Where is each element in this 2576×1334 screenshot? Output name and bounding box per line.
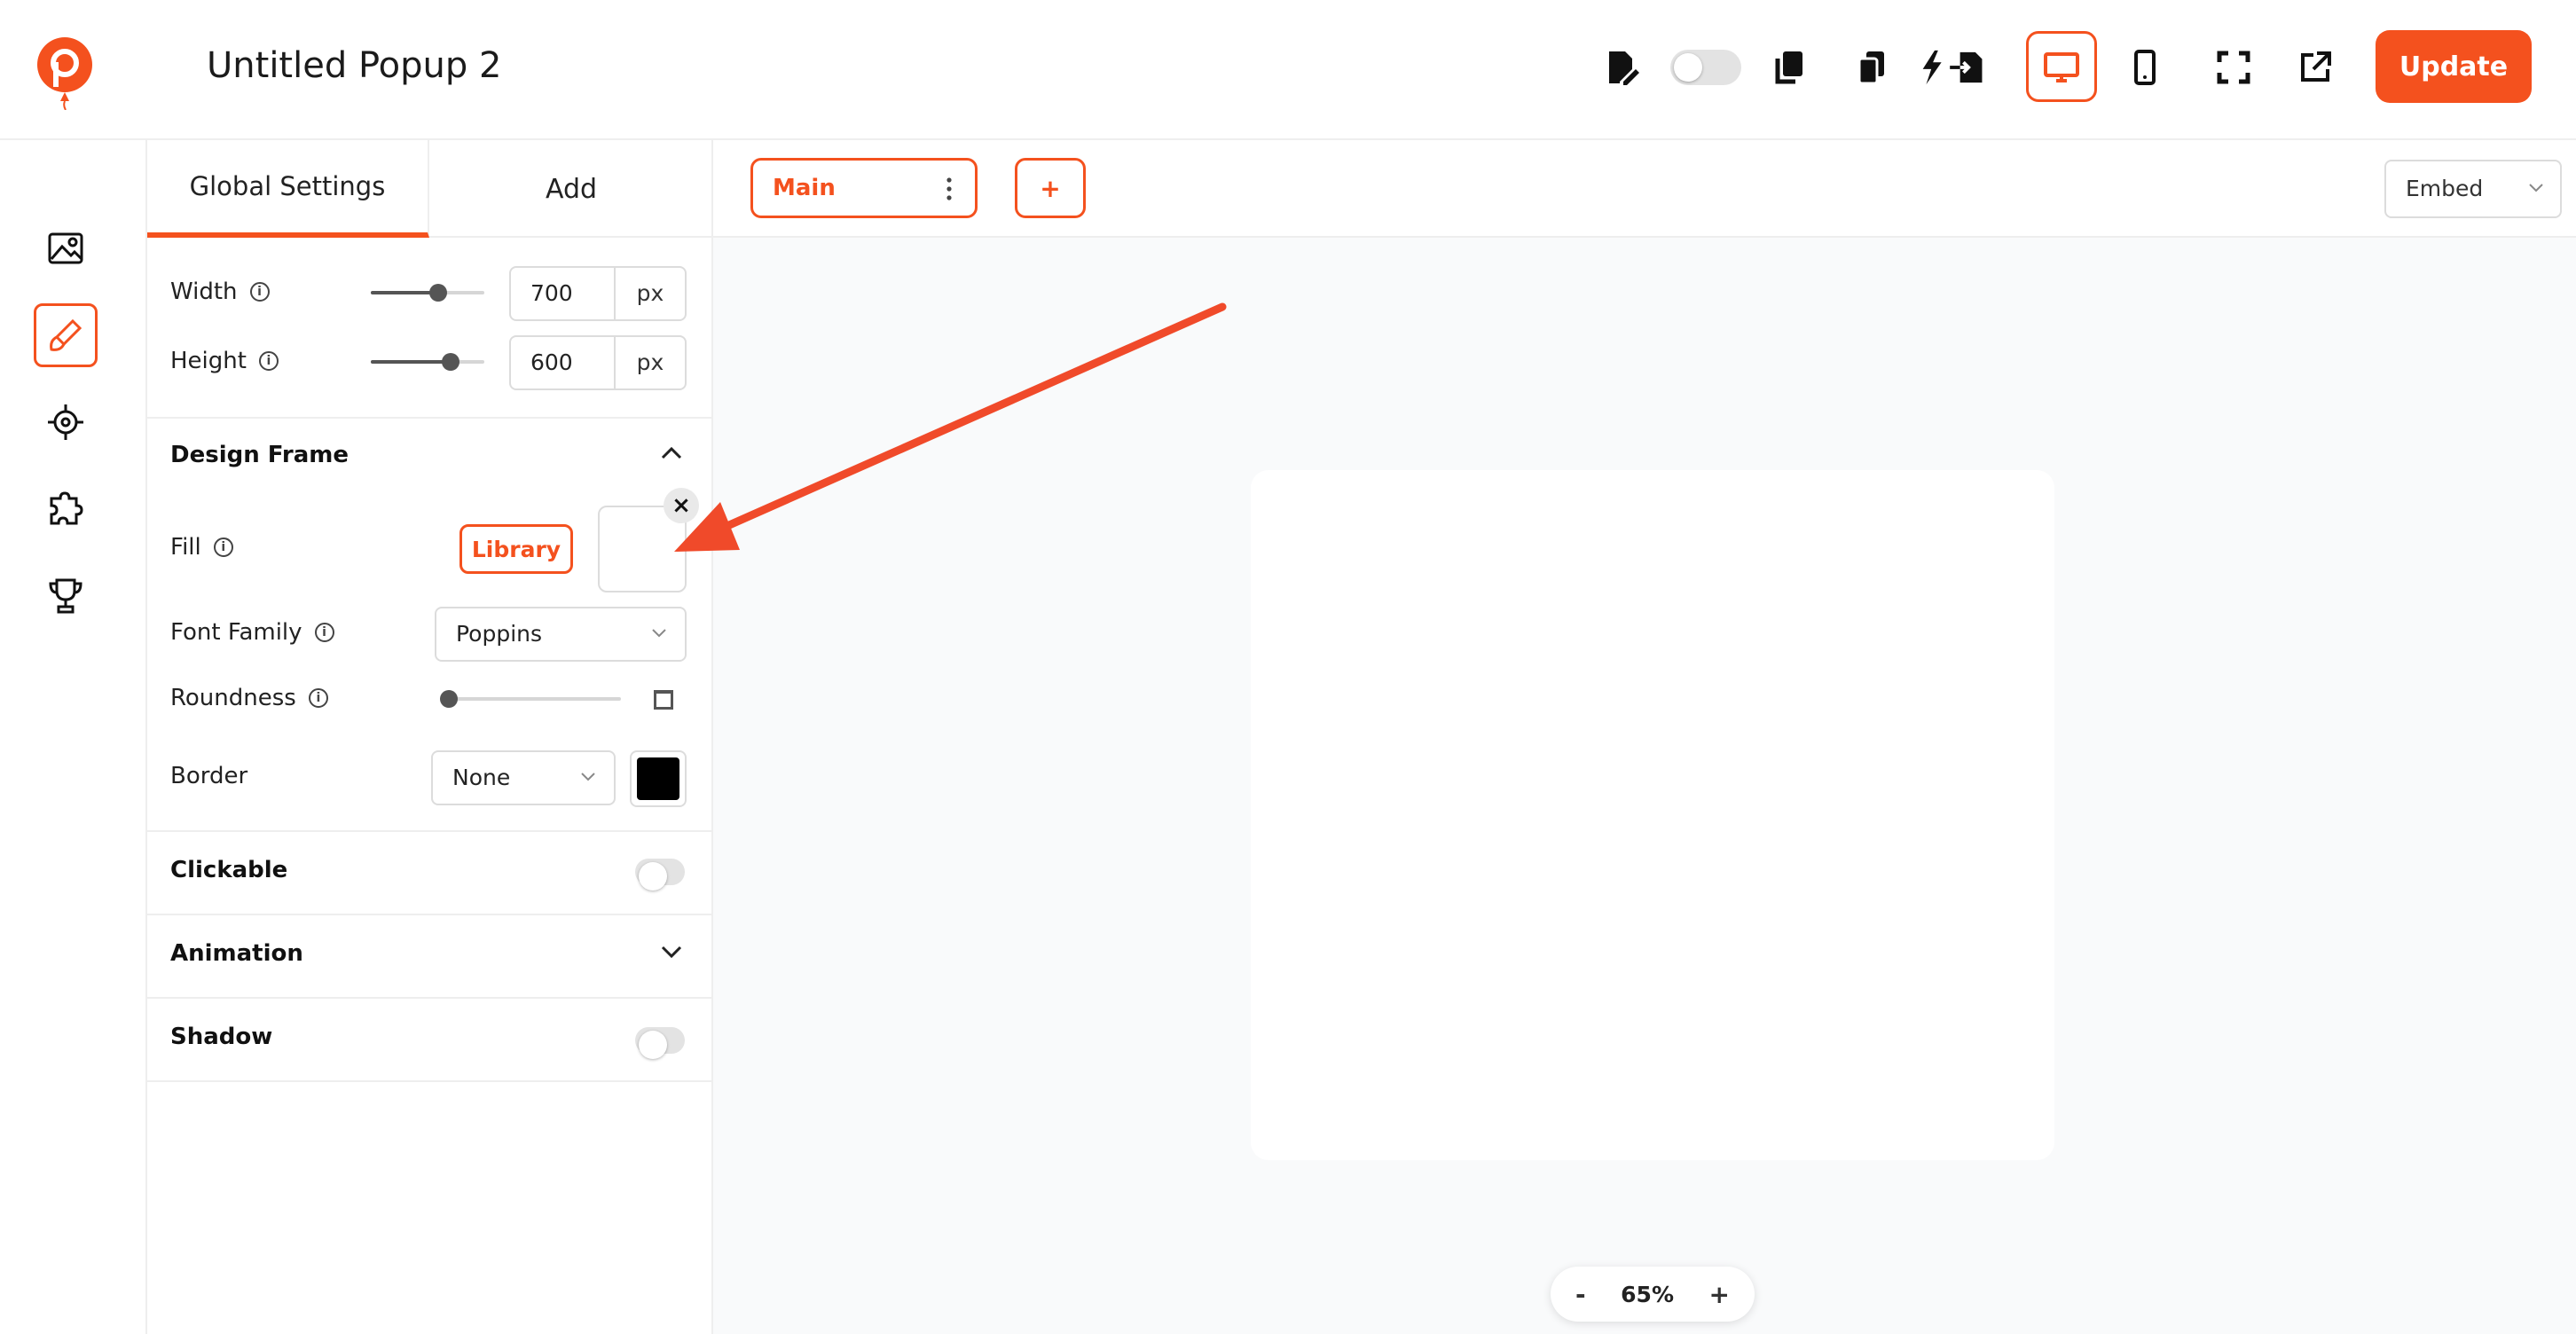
display-type-value: Embed: [2406, 176, 2484, 201]
border-row-label: Border: [170, 763, 247, 789]
height-row-label: Height i: [170, 348, 279, 374]
popup-frame[interactable]: [1251, 470, 2054, 1160]
goals-tool[interactable]: [34, 564, 98, 628]
width-slider-thumb[interactable]: [429, 284, 447, 302]
chevron-up-icon[interactable]: [658, 440, 685, 467]
fill-label: Fill: [170, 534, 201, 561]
chevron-down-icon: [581, 773, 595, 781]
border-label: Border: [170, 763, 248, 789]
font-family-select[interactable]: Poppins: [435, 607, 687, 662]
library-button[interactable]: Library: [459, 524, 573, 574]
design-canvas[interactable]: - 65% +: [713, 238, 2576, 1334]
divider: [147, 417, 713, 419]
chevron-down-icon[interactable]: [658, 938, 685, 965]
font-family-label: Font Family: [170, 619, 302, 646]
trophy-icon: [49, 578, 82, 614]
info-icon[interactable]: i: [308, 688, 328, 708]
shadow-toggle[interactable]: [635, 1027, 685, 1059]
border-style-select[interactable]: None: [431, 750, 616, 805]
shadow-title: Shadow: [170, 1024, 273, 1050]
page-tab-label: Main: [773, 175, 836, 201]
font-family-row-label: Font Family i: [170, 619, 334, 646]
duplicate-icon[interactable]: [1847, 43, 1897, 92]
info-icon[interactable]: i: [314, 623, 334, 642]
height-unit[interactable]: px: [616, 337, 685, 388]
zoom-control: - 65% +: [1551, 1267, 1755, 1322]
desktop-icon: [2044, 52, 2079, 82]
design-frame-title[interactable]: Design Frame: [170, 442, 349, 468]
settings-panel: Global Settings Add Width i 700 px Heigh…: [147, 140, 713, 1334]
height-slider-thumb[interactable]: [442, 353, 459, 371]
divider: [147, 997, 713, 999]
target-icon: [48, 404, 83, 440]
puzzle-icon: [50, 491, 83, 525]
width-field[interactable]: 700 px: [509, 266, 687, 321]
more-vertical-icon[interactable]: [946, 177, 952, 201]
zoom-out-button[interactable]: -: [1575, 1280, 1586, 1309]
width-slider[interactable]: [371, 284, 484, 302]
width-unit[interactable]: px: [616, 268, 685, 319]
image-icon: [48, 232, 83, 264]
top-bar: Untitled Popup 2 Update: [0, 0, 2576, 140]
chevron-down-icon: [2529, 184, 2543, 192]
add-page-button[interactable]: +: [1015, 158, 1086, 218]
height-value[interactable]: 600: [511, 337, 616, 388]
font-family-value: Poppins: [456, 621, 543, 647]
border-style-value: None: [452, 765, 511, 790]
zoom-level: 65%: [1621, 1281, 1674, 1307]
update-button[interactable]: Update: [2376, 30, 2532, 103]
tool-rail: [0, 140, 147, 1334]
height-slider[interactable]: [371, 353, 484, 371]
corner-radius-icon: [654, 690, 673, 710]
clickable-title: Clickable: [170, 857, 288, 883]
info-icon[interactable]: i: [213, 538, 233, 557]
toolbar-toggle[interactable]: [1670, 50, 1741, 85]
chevron-down-icon: [652, 629, 666, 638]
brush-icon: [50, 318, 82, 351]
copy-icon[interactable]: [1765, 43, 1815, 92]
width-row-label: Width i: [170, 279, 270, 305]
roundness-label: Roundness: [170, 685, 296, 711]
roundness-slider-thumb[interactable]: [440, 690, 458, 708]
divider: [147, 830, 713, 832]
flash-export-icon[interactable]: [1914, 43, 1992, 92]
panel-tabs: Global Settings Add: [147, 140, 713, 238]
canvas-toolbar: Main + Embed: [713, 140, 2576, 238]
design-tool[interactable]: [34, 303, 98, 367]
page-tab-main[interactable]: Main: [750, 158, 978, 218]
divider: [147, 1080, 713, 1082]
roundness-slider[interactable]: [440, 690, 621, 708]
animation-title[interactable]: Animation: [170, 940, 303, 967]
display-type-select[interactable]: Embed: [2384, 160, 2562, 218]
image-tool[interactable]: [34, 216, 98, 280]
external-link-icon[interactable]: [2290, 43, 2340, 92]
close-icon[interactable]: ×: [664, 488, 699, 523]
border-color-swatch: [637, 757, 679, 800]
info-icon[interactable]: i: [249, 282, 270, 302]
height-label: Height: [170, 348, 247, 374]
border-color-picker[interactable]: [630, 750, 687, 807]
integrations-tool[interactable]: [34, 477, 98, 541]
tab-add[interactable]: Add: [429, 140, 713, 238]
width-value[interactable]: 700: [511, 268, 616, 319]
divider: [147, 914, 713, 915]
popup-editor: Untitled Popup 2 Update Global Settings …: [0, 0, 2576, 1334]
app-logo[interactable]: [35, 35, 94, 111]
clickable-toggle[interactable]: [635, 859, 685, 891]
edit-document-icon[interactable]: [1597, 43, 1646, 92]
targeting-tool[interactable]: [34, 390, 98, 454]
page-title[interactable]: Untitled Popup 2: [207, 39, 501, 92]
tab-global-settings[interactable]: Global Settings: [147, 140, 429, 238]
desktop-view-button[interactable]: [2026, 31, 2097, 102]
width-label: Width: [170, 279, 238, 305]
zoom-in-button[interactable]: +: [1709, 1280, 1730, 1309]
height-field[interactable]: 600 px: [509, 335, 687, 390]
fill-row-label: Fill i: [170, 534, 233, 561]
fullscreen-icon[interactable]: [2209, 43, 2258, 92]
roundness-row-label: Roundness i: [170, 685, 328, 711]
mobile-icon[interactable]: [2120, 43, 2170, 92]
info-icon[interactable]: i: [258, 351, 279, 371]
